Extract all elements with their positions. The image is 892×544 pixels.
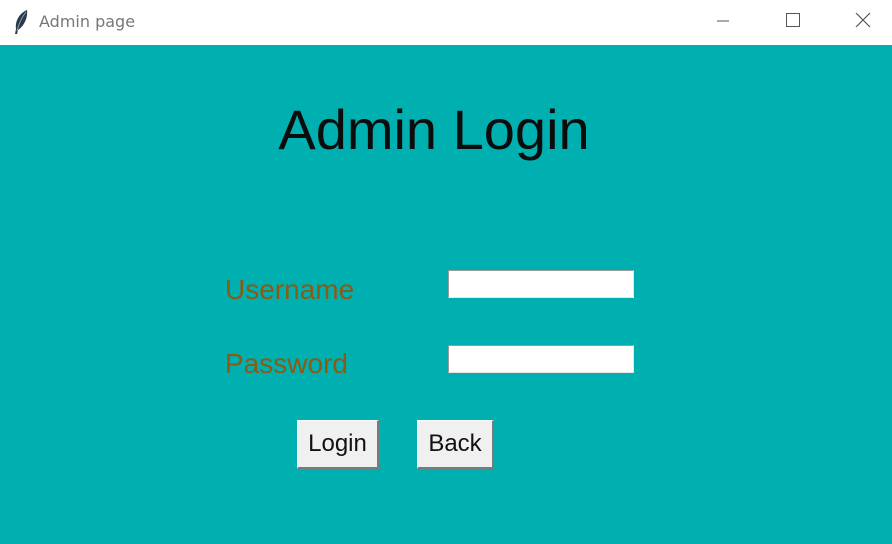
feather-icon (12, 9, 30, 35)
password-field[interactable] (448, 345, 634, 373)
username-label: Username (225, 274, 355, 305)
window-title: Admin page (39, 12, 136, 31)
minimize-button[interactable] (700, 0, 746, 45)
username-field[interactable] (448, 270, 634, 298)
minimize-icon (717, 14, 729, 32)
title-bar[interactable]: Admin page (0, 0, 892, 45)
close-button[interactable] (840, 0, 886, 45)
maximize-icon (786, 13, 800, 32)
app-window: Admin page Admin Login Username Password… (0, 0, 892, 544)
password-label: Password (225, 348, 348, 379)
close-icon (855, 12, 871, 33)
login-button[interactable]: Login (297, 420, 379, 469)
login-panel: Admin Login Username Password Login Back (0, 45, 892, 544)
back-button[interactable]: Back (417, 420, 494, 469)
maximize-button[interactable] (770, 0, 816, 45)
page-title: Admin Login (278, 98, 590, 161)
